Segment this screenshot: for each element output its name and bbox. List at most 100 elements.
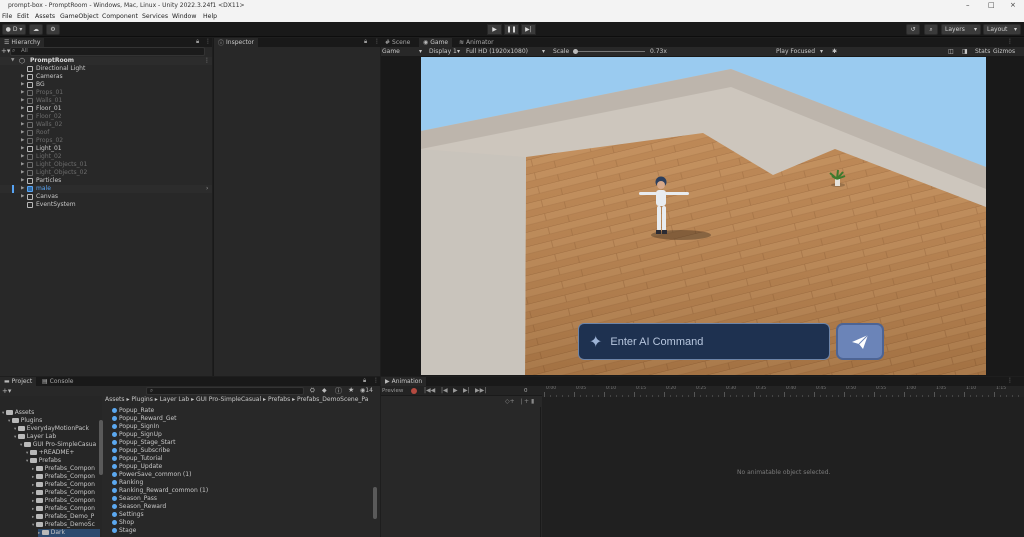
asset-item[interactable]: Ranking bbox=[112, 479, 143, 487]
layers-dropdown[interactable]: Layers ▾ bbox=[941, 24, 981, 35]
asset-item[interactable]: Stage bbox=[112, 527, 136, 535]
folder-tree-item[interactable]: ▸ Prefabs_Compon bbox=[32, 465, 95, 473]
step-button[interactable]: ▶| bbox=[521, 24, 536, 35]
hidden-packages-toggle[interactable]: ◉14 bbox=[360, 387, 373, 394]
scale-slider[interactable] bbox=[573, 51, 645, 52]
cloud-button[interactable]: ☁ bbox=[29, 24, 43, 35]
asset-item[interactable]: Popup_Stage_Start bbox=[112, 439, 176, 447]
folder-tree-item[interactable]: ▸ Prefabs_Demo_P bbox=[32, 513, 94, 521]
folder-tree-item[interactable]: ▸ Prefabs_Compon bbox=[32, 497, 95, 505]
folder-tree-item[interactable]: ▾ +README+ bbox=[26, 449, 74, 457]
hierarchy-search-input[interactable]: All bbox=[10, 47, 205, 56]
asset-item[interactable]: Popup_Tutorial bbox=[112, 455, 163, 463]
panel-lock-icon[interactable]: 🔒︎ bbox=[196, 38, 199, 46]
send-button[interactable] bbox=[836, 323, 884, 360]
menu-component[interactable]: Component bbox=[102, 13, 138, 20]
scene-root[interactable]: ▼ ⬡ PromptRoom ⋮ bbox=[0, 57, 212, 65]
panel-lock-icon[interactable]: 🔒︎ bbox=[363, 377, 366, 385]
asset-item[interactable]: Season_Pass bbox=[112, 495, 157, 503]
expand-arrow-icon[interactable]: ▶ bbox=[21, 185, 24, 193]
panel-menu-icon[interactable]: ⋮ bbox=[373, 377, 379, 384]
first-key-button[interactable]: |◀◀ bbox=[424, 387, 435, 394]
tab-game[interactable]: ◉ Game bbox=[419, 38, 453, 47]
tab-inspector[interactable]: ⓘ Inspector bbox=[214, 38, 259, 47]
filter-by-label-icon[interactable]: ◆ bbox=[322, 387, 327, 394]
stats-toggle[interactable]: Stats bbox=[975, 48, 990, 55]
folder-tree-item[interactable]: ▾ Assets bbox=[2, 409, 34, 417]
asset-item[interactable]: Popup_Rate bbox=[112, 407, 154, 415]
expand-arrow-icon[interactable]: ▶ bbox=[21, 105, 24, 113]
tab-console[interactable]: ▤ Console bbox=[38, 377, 78, 386]
folder-tree-item[interactable]: ▾ GUI Pro-SimpleCasua bbox=[20, 441, 96, 449]
hierarchy-item[interactable]: ▶ BG bbox=[0, 81, 212, 89]
hierarchy-item[interactable]: ▶ Props_01 bbox=[0, 89, 212, 97]
hierarchy-item[interactable]: ▶ Floor_01 bbox=[0, 105, 212, 113]
expand-arrow-icon[interactable]: ▶ bbox=[21, 153, 24, 161]
folder-tree-item[interactable]: ▾ Layer Lab bbox=[14, 433, 56, 441]
asset-item[interactable]: Popup_SignUp bbox=[112, 431, 162, 439]
scene-menu-icon[interactable]: ⋮ bbox=[204, 57, 210, 65]
asset-item[interactable]: Settings bbox=[112, 511, 144, 519]
favorite-icon[interactable]: ★ bbox=[348, 386, 354, 394]
collab-button[interactable]: ⚙ bbox=[46, 24, 60, 35]
menu-assets[interactable]: Assets bbox=[35, 13, 55, 20]
folder-tree-item[interactable]: ▸ Prefabs_Compon bbox=[32, 473, 95, 481]
hierarchy-item[interactable]: ▶ Light_02 bbox=[0, 153, 212, 161]
hierarchy-item[interactable]: ▶ Cameras bbox=[0, 73, 212, 81]
hierarchy-item[interactable]: ▶ Roof bbox=[0, 129, 212, 137]
menu-help[interactable]: Help bbox=[203, 13, 217, 20]
folder-tree-item[interactable]: ▾ Plugins bbox=[8, 417, 42, 425]
timeline-ruler[interactable]: 0:00 0:05 0:10 0:15 0:20 0:25 0:30 0:35 0:40 0:45… bbox=[542, 386, 1024, 397]
expand-arrow-icon[interactable]: ▶ bbox=[21, 129, 24, 137]
asset-item[interactable]: Ranking_Reward_common (1) bbox=[112, 487, 208, 495]
frame-field[interactable]: 0 bbox=[524, 388, 528, 394]
expand-arrow-icon[interactable]: ▶ bbox=[21, 121, 24, 129]
hierarchy-item[interactable]: ▶ Particles bbox=[0, 177, 212, 185]
hierarchy-item[interactable]: ▶ Walls_01 bbox=[0, 97, 212, 105]
expand-arrow-icon[interactable]: ▶ bbox=[21, 169, 24, 177]
search-button[interactable]: ⌕ bbox=[924, 24, 938, 35]
asset-item[interactable]: Popup_Update bbox=[112, 463, 162, 471]
expand-arrow-icon[interactable]: ▶ bbox=[21, 73, 24, 81]
prev-key-button[interactable]: |◀ bbox=[441, 387, 448, 394]
expand-arrow-icon[interactable]: ▶ bbox=[21, 81, 24, 89]
menu-file[interactable]: File bbox=[2, 13, 12, 20]
tab-hierarchy[interactable]: ☰ Hierarchy bbox=[0, 38, 45, 47]
files-scrollbar[interactable] bbox=[373, 487, 377, 519]
hierarchy-item[interactable]: ▶ Light_01 bbox=[0, 145, 212, 153]
menu-edit[interactable]: Edit bbox=[17, 13, 29, 20]
expand-arrow-icon[interactable]: ▶ bbox=[21, 137, 24, 145]
tab-project[interactable]: ▬ Project bbox=[0, 377, 37, 386]
add-object-button[interactable]: +▾ bbox=[1, 47, 10, 55]
asset-item[interactable]: Season_Reward bbox=[112, 503, 166, 511]
folder-tree-item[interactable]: ▾ EverydayMotionPack bbox=[14, 425, 89, 433]
resolution-dropdown[interactable]: Full HD (1920x1080) bbox=[466, 48, 528, 55]
expand-arrow-icon[interactable]: ▶ bbox=[21, 113, 24, 121]
menu-window[interactable]: Window bbox=[172, 13, 196, 20]
prefab-open-icon[interactable]: › bbox=[206, 185, 208, 193]
hierarchy-item[interactable]: ▶ Props_02 bbox=[0, 137, 212, 145]
hierarchy-item[interactable]: ▶ Walls_02 bbox=[0, 121, 212, 129]
hierarchy-item[interactable]: ▶ Canvas bbox=[0, 193, 212, 201]
hierarchy-item[interactable]: EventSystem bbox=[0, 201, 212, 209]
panel-menu-icon[interactable]: ⋮ bbox=[374, 38, 380, 45]
hierarchy-item[interactable]: Directional Light bbox=[0, 65, 212, 73]
preview-toggle[interactable]: Preview bbox=[382, 388, 403, 394]
folder-tree-item[interactable]: ▸ Prefabs_Compon bbox=[32, 489, 95, 497]
folder-tree-item[interactable]: ▾ Prefabs bbox=[26, 457, 61, 465]
expand-arrow-icon[interactable]: ▶ bbox=[21, 97, 24, 105]
asset-item[interactable]: Popup_Reward_Get bbox=[112, 415, 177, 423]
last-key-button[interactable]: ▶▶| bbox=[475, 387, 486, 394]
expand-arrow-icon[interactable]: ▶ bbox=[21, 89, 24, 97]
menu-services[interactable]: Services bbox=[142, 13, 168, 20]
close-button[interactable]: × bbox=[1010, 1, 1016, 9]
asset-item[interactable]: Shop bbox=[112, 519, 134, 527]
panel-menu-icon[interactable]: ⋮ bbox=[205, 38, 211, 45]
tab-animation[interactable]: ▶ Animation bbox=[381, 377, 427, 386]
next-key-button[interactable]: ▶| bbox=[463, 387, 470, 394]
expand-arrow-icon[interactable]: ▶ bbox=[21, 193, 24, 201]
panel-menu-icon[interactable]: ⋮ bbox=[1007, 38, 1013, 45]
tab-animator[interactable]: ≋ Animator bbox=[455, 38, 498, 47]
folder-tree-item[interactable]: ▸ Prefabs_Compon bbox=[32, 505, 95, 513]
record-button[interactable] bbox=[411, 388, 417, 394]
